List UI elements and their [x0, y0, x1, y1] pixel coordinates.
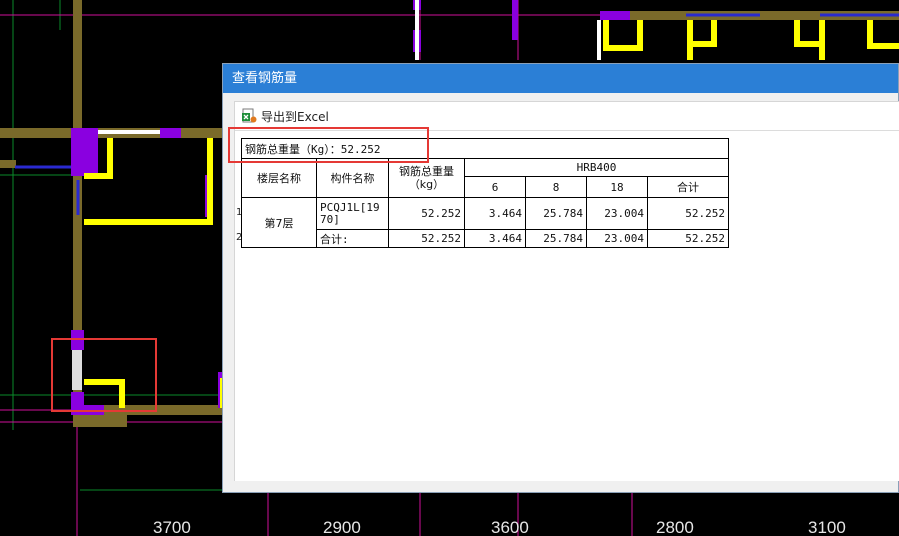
dimension-label: 2900: [323, 518, 361, 536]
floor-cell: 第7层: [241, 197, 317, 248]
header-diameter-18: 18: [586, 176, 648, 198]
export-excel-label: 导出到Excel: [261, 109, 329, 124]
summary-highlight-box: [228, 127, 429, 163]
export-excel-button[interactable]: 导出到Excel: [241, 108, 329, 125]
dimension-label: 2800: [656, 518, 694, 536]
d18-cell: 23.004: [586, 229, 648, 248]
d8-cell: 25.784: [525, 229, 587, 248]
d8-cell: 25.784: [525, 197, 587, 230]
canvas-highlight-box: [51, 338, 157, 412]
d18-cell: 23.004: [586, 197, 648, 230]
total-cell: 52.252: [388, 229, 465, 248]
toolbar: 导出到Excel: [235, 102, 899, 130]
dimension-label: 3600: [491, 518, 529, 536]
excel-icon: [242, 108, 257, 123]
dimension-label: 3700: [153, 518, 191, 536]
sum-cell: 52.252: [647, 229, 729, 248]
header-total-weight: 钢筋总重量（kg）: [388, 158, 465, 198]
d6-cell: 3.464: [464, 229, 526, 248]
header-diameter-8: 8: [525, 176, 587, 198]
dialog-title[interactable]: 查看钢筋量: [223, 64, 898, 93]
header-subtotal: 合计: [647, 176, 729, 198]
component-cell: 合计:: [316, 229, 389, 248]
header-floor: 楼层名称: [241, 158, 317, 198]
total-cell: 52.252: [388, 197, 465, 230]
header-diameter-6: 6: [464, 176, 526, 198]
header-component: 构件名称: [316, 158, 389, 198]
header-grade: HRB400: [464, 158, 729, 177]
d6-cell: 3.464: [464, 197, 526, 230]
dimension-label: 3100: [808, 518, 846, 536]
component-cell: PCQJ1L[1970]: [316, 197, 389, 230]
sum-cell: 52.252: [647, 197, 729, 230]
table-row[interactable]: 第7层 PCQJ1L[1970] 52.252 3.464 25.784 23.…: [241, 197, 729, 248]
